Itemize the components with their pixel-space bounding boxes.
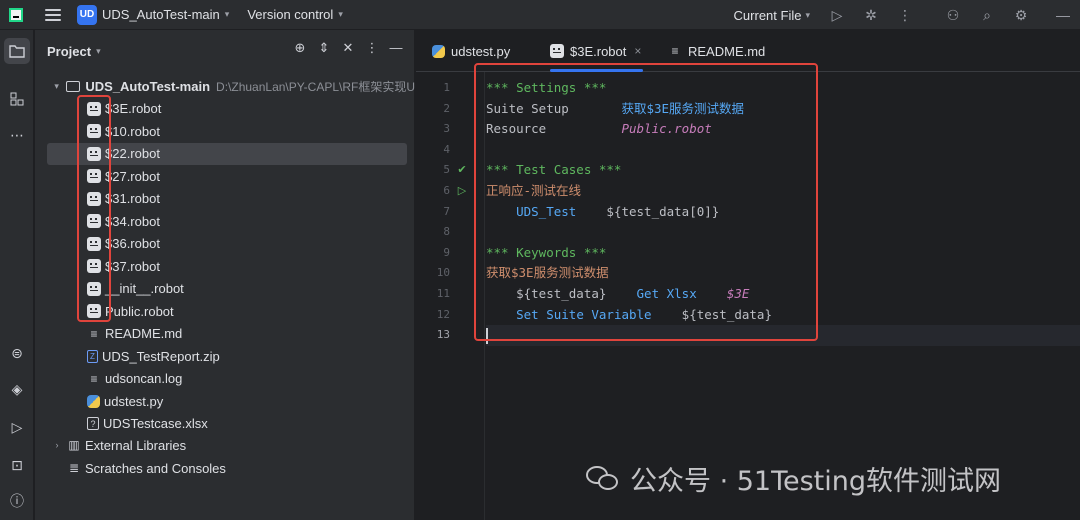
line-number: 9 [443, 245, 450, 259]
run-icon[interactable]: ▷ [455, 184, 469, 198]
file-name: UDSTestcase.xlsx [103, 416, 208, 431]
line-number: 8 [443, 225, 450, 239]
watermark: 公众号 · 51Testing软件测试网 [586, 458, 1001, 498]
file-name: $36.robot [105, 236, 160, 251]
main-menu-icon[interactable] [45, 8, 61, 21]
file-name: __init__.robot [105, 281, 184, 296]
layers-icon[interactable]: ◈ [4, 376, 30, 402]
annotation-highlight-box [474, 63, 818, 341]
chevron-down-icon[interactable]: ▾ [51, 81, 62, 92]
python-file-icon [432, 44, 445, 58]
robot-file-icon [550, 44, 564, 58]
library-icon: ▥ [68, 438, 80, 452]
line-number: 12 [436, 307, 450, 321]
locate-file-icon[interactable]: ⊕ [288, 40, 312, 56]
run-icon[interactable]: ▷ [820, 7, 854, 24]
minimize-window-icon[interactable]: — [1046, 7, 1080, 23]
check-run-icon[interactable]: ✔ [455, 163, 469, 177]
project-switcher[interactable]: UDS_AutoTest-main [102, 7, 220, 22]
zip-file-icon: Z [87, 349, 98, 363]
root-folder-name: UDS_AutoTest-main [85, 78, 211, 94]
expand-all-icon[interactable]: ⇕ [312, 40, 336, 56]
line-number: 1 [443, 81, 450, 94]
tool-window-strip: ⋯ ⊜ ◈ ▷ ⊡ ⓘ [0, 30, 34, 520]
line-number: 2 [443, 101, 450, 115]
xlsx-file-icon: ? [87, 417, 99, 430]
line-number: 5 [443, 163, 450, 177]
scratches-label: Scratches and Consoles [85, 460, 226, 476]
project-folder-icon[interactable] [4, 38, 30, 64]
title-bar: UD UDS_AutoTest-main ▾ Version control ▾… [0, 0, 1080, 30]
tab-label: README.md [688, 43, 766, 59]
structure-icon[interactable] [4, 86, 30, 112]
settings-icon[interactable]: ⚙ [1004, 7, 1038, 24]
more-vertical-icon[interactable]: ⋮ [360, 40, 384, 56]
project-panel-title[interactable]: Project [47, 44, 91, 59]
tree-root-folder[interactable]: ▾ UDS_AutoTest-main D:\ZhuanLan\PY-CAPL\… [35, 75, 415, 97]
problems-icon[interactable]: ⓘ [4, 488, 30, 514]
watermark-text: 公众号 · 51Testing软件测试网 [630, 465, 1002, 497]
file-name: Public.robot [105, 303, 174, 319]
tree-file-item[interactable]: Z UDS_TestReport.zip [35, 345, 415, 367]
folder-icon [66, 80, 81, 92]
file-name: udstest.py [104, 393, 164, 409]
pycharm-logo-icon [9, 7, 23, 22]
file-name: $22.robot [105, 146, 160, 161]
line-number: 11 [436, 287, 450, 300]
chevron-down-icon[interactable]: ▾ [96, 46, 101, 57]
collapse-all-icon[interactable]: ✕ [336, 40, 360, 56]
tree-file-item[interactable]: ? UDSTestcase.xlsx [35, 413, 415, 435]
run-config-selector[interactable]: Current File [734, 8, 802, 23]
file-name: udsoncan.log [105, 371, 183, 386]
terminal-icon[interactable]: ⊡ [4, 452, 30, 478]
annotation-highlight-box [77, 95, 111, 322]
file-name: $27.robot [105, 168, 160, 184]
chevron-down-icon[interactable]: ▾ [338, 9, 343, 20]
file-name: README.md [105, 326, 183, 341]
line-number: 6 [443, 184, 450, 197]
version-control-menu[interactable]: Version control [247, 7, 333, 22]
wechat-logo-icon [586, 464, 620, 492]
add-user-icon[interactable]: ⚇ [936, 7, 970, 24]
more-tools-icon[interactable]: ⋯ [4, 122, 30, 148]
tree-external-libraries[interactable]: › ▥ External Libraries [35, 434, 415, 456]
file-name: $3E.robot [105, 101, 162, 116]
python-file-icon [87, 394, 100, 408]
line-number: 3 [443, 122, 450, 136]
line-number: 4 [443, 142, 450, 156]
file-name: UDS_TestReport.zip [102, 348, 220, 364]
hide-panel-icon[interactable]: — [384, 40, 408, 56]
file-name: $37.robot [105, 258, 160, 274]
tree-file-item[interactable]: udstest.py [35, 390, 415, 412]
python-console-icon[interactable]: ⊜ [4, 340, 30, 366]
file-name: $34.robot [105, 213, 160, 229]
chevron-right-icon[interactable]: › [51, 440, 63, 450]
project-badge[interactable]: UD [77, 4, 97, 25]
tree-scratches[interactable]: ≣ Scratches and Consoles [35, 457, 415, 479]
line-number: 10 [436, 266, 450, 280]
chevron-down-icon[interactable]: ▾ [225, 9, 230, 20]
search-icon[interactable]: ⌕ [970, 7, 1004, 24]
debug-icon[interactable]: ✲ [854, 7, 888, 24]
tree-file-item[interactable]: ≡ udsoncan.log [35, 368, 415, 390]
external-libraries-label: External Libraries [85, 437, 187, 453]
scratches-icon: ≣ [68, 461, 80, 475]
more-vertical-icon[interactable]: ⋮ [888, 7, 922, 24]
log-file-icon: ≡ [90, 371, 98, 386]
tab-label: udstest.py [451, 43, 511, 59]
chevron-down-icon[interactable]: ▾ [805, 10, 810, 21]
services-icon[interactable]: ▷ [4, 414, 30, 440]
tree-file-item[interactable]: ≡ README.md [35, 323, 415, 345]
line-number: 13 [436, 328, 450, 342]
root-folder-path: D:\ZhuanLan\PY-CAPL\RF框架实现U [216, 79, 415, 94]
markdown-file-icon: ≡ [671, 44, 679, 58]
file-name: $10.robot [105, 123, 160, 139]
file-name: $31.robot [105, 191, 160, 206]
line-number: 7 [443, 204, 450, 218]
close-icon[interactable]: × [634, 44, 641, 58]
tab-label: $3E.robot [570, 43, 627, 59]
markdown-file-icon: ≡ [90, 326, 98, 341]
